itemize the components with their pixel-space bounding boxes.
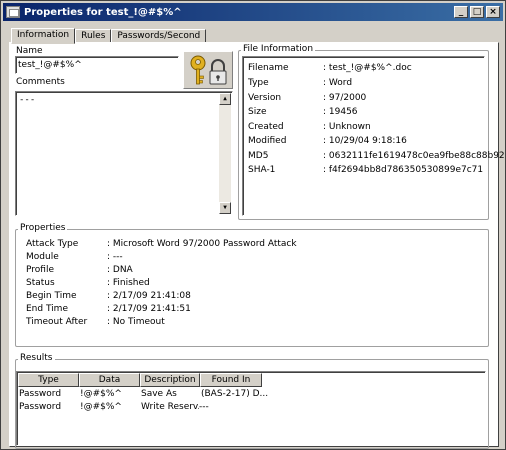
results-table[interactable]: Type Data Description Found In Password … xyxy=(16,371,486,446)
comments-scrollbar[interactable]: ▲ ▼ xyxy=(219,93,231,214)
fi-value-created: : Unknown xyxy=(323,122,371,132)
cell-found-in: (BAS-2-17) D... xyxy=(201,389,269,399)
title-bar[interactable]: Properties for test_!@#$%^ _ □ × xyxy=(3,3,503,21)
prop-key-module: Module xyxy=(26,252,59,262)
fi-key-type: Type xyxy=(248,78,269,88)
comments-text: --- xyxy=(19,95,36,105)
tab-information[interactable]: Information xyxy=(11,28,76,44)
prop-key-begin-time: Begin Time xyxy=(26,291,77,301)
fi-key-size: Size xyxy=(248,107,267,117)
window-title: Properties for test_!@#$%^ xyxy=(24,6,182,18)
prop-value-attack-type: : Microsoft Word 97/2000 Password Attack xyxy=(107,239,297,249)
name-field[interactable]: test_!@#$%^ xyxy=(15,56,179,74)
fi-value-md5: : 0632111fe1619478c0ea9fbe88c88b92 xyxy=(323,151,505,161)
fi-key-version: Version xyxy=(248,93,282,103)
minimize-button[interactable]: _ xyxy=(454,6,468,18)
tab-strip: Information Rules Passwords/Second xyxy=(11,28,207,44)
cell-data: !@#$%^ xyxy=(80,402,122,412)
prop-value-module: : --- xyxy=(107,252,123,262)
cell-description: Write Reserv... xyxy=(141,402,199,412)
app-window-icon xyxy=(6,6,20,18)
fi-value-version: : 97/2000 xyxy=(323,93,367,103)
comments-textarea[interactable]: --- ▲ ▼ xyxy=(15,91,233,216)
comments-label: Comments xyxy=(16,77,65,87)
fi-value-modified: : 10/29/04 9:18:16 xyxy=(323,136,407,146)
properties-dialog: Properties for test_!@#$%^ _ □ × Informa… xyxy=(0,0,506,450)
tab-rules[interactable]: Rules xyxy=(75,29,112,43)
column-header-found-in[interactable]: Found In xyxy=(200,373,262,387)
key-lock-image xyxy=(183,51,233,89)
fi-key-created: Created xyxy=(248,122,284,132)
scroll-down-icon[interactable]: ▼ xyxy=(219,202,231,214)
fi-value-filename: : test_!@#$%^.doc xyxy=(323,63,412,73)
fi-key-filename: Filename xyxy=(248,63,289,73)
fi-key-sha1: SHA-1 xyxy=(248,165,276,175)
properties-title: Properties xyxy=(18,223,68,233)
column-header-description[interactable]: Description xyxy=(140,373,200,387)
prop-key-end-time: End Time xyxy=(26,304,68,314)
column-header-type[interactable]: Type xyxy=(18,373,79,387)
cell-data: !@#$%^ xyxy=(80,389,122,399)
prop-key-attack-type: Attack Type xyxy=(26,239,79,249)
file-information-title: File Information xyxy=(241,44,316,54)
cell-type: Password xyxy=(19,402,62,412)
fi-value-size: : 19456 xyxy=(323,107,358,117)
cell-found-in: --- xyxy=(199,402,209,412)
prop-key-profile: Profile xyxy=(26,265,54,275)
fi-value-type: : Word xyxy=(323,78,353,88)
name-label: Name xyxy=(16,46,43,56)
column-header-data[interactable]: Data xyxy=(79,373,140,387)
fi-value-sha1: : f4f2694bb8d786350530899e7c712f... xyxy=(323,165,483,175)
tab-passwords-second[interactable]: Passwords/Second xyxy=(111,29,207,43)
prop-value-status: : Finished xyxy=(107,278,150,288)
results-title: Results xyxy=(18,353,55,363)
fi-key-modified: Modified xyxy=(248,136,287,146)
close-button[interactable]: × xyxy=(486,6,500,18)
fi-key-md5: MD5 xyxy=(248,151,269,161)
maximize-button[interactable]: □ xyxy=(470,6,484,18)
cell-description: Save As xyxy=(141,389,177,399)
prop-key-timeout-after: Timeout After xyxy=(26,317,88,327)
prop-key-status: Status xyxy=(26,278,55,288)
cell-type: Password xyxy=(19,389,62,399)
key-icon xyxy=(190,55,227,85)
scroll-up-icon[interactable]: ▲ xyxy=(219,93,231,105)
prop-value-profile: : DNA xyxy=(107,265,133,275)
prop-value-begin-time: : 2/17/09 21:41:08 xyxy=(107,291,191,301)
prop-value-timeout-after: : No Timeout xyxy=(107,317,165,327)
prop-value-end-time: : 2/17/09 21:41:51 xyxy=(107,304,191,314)
